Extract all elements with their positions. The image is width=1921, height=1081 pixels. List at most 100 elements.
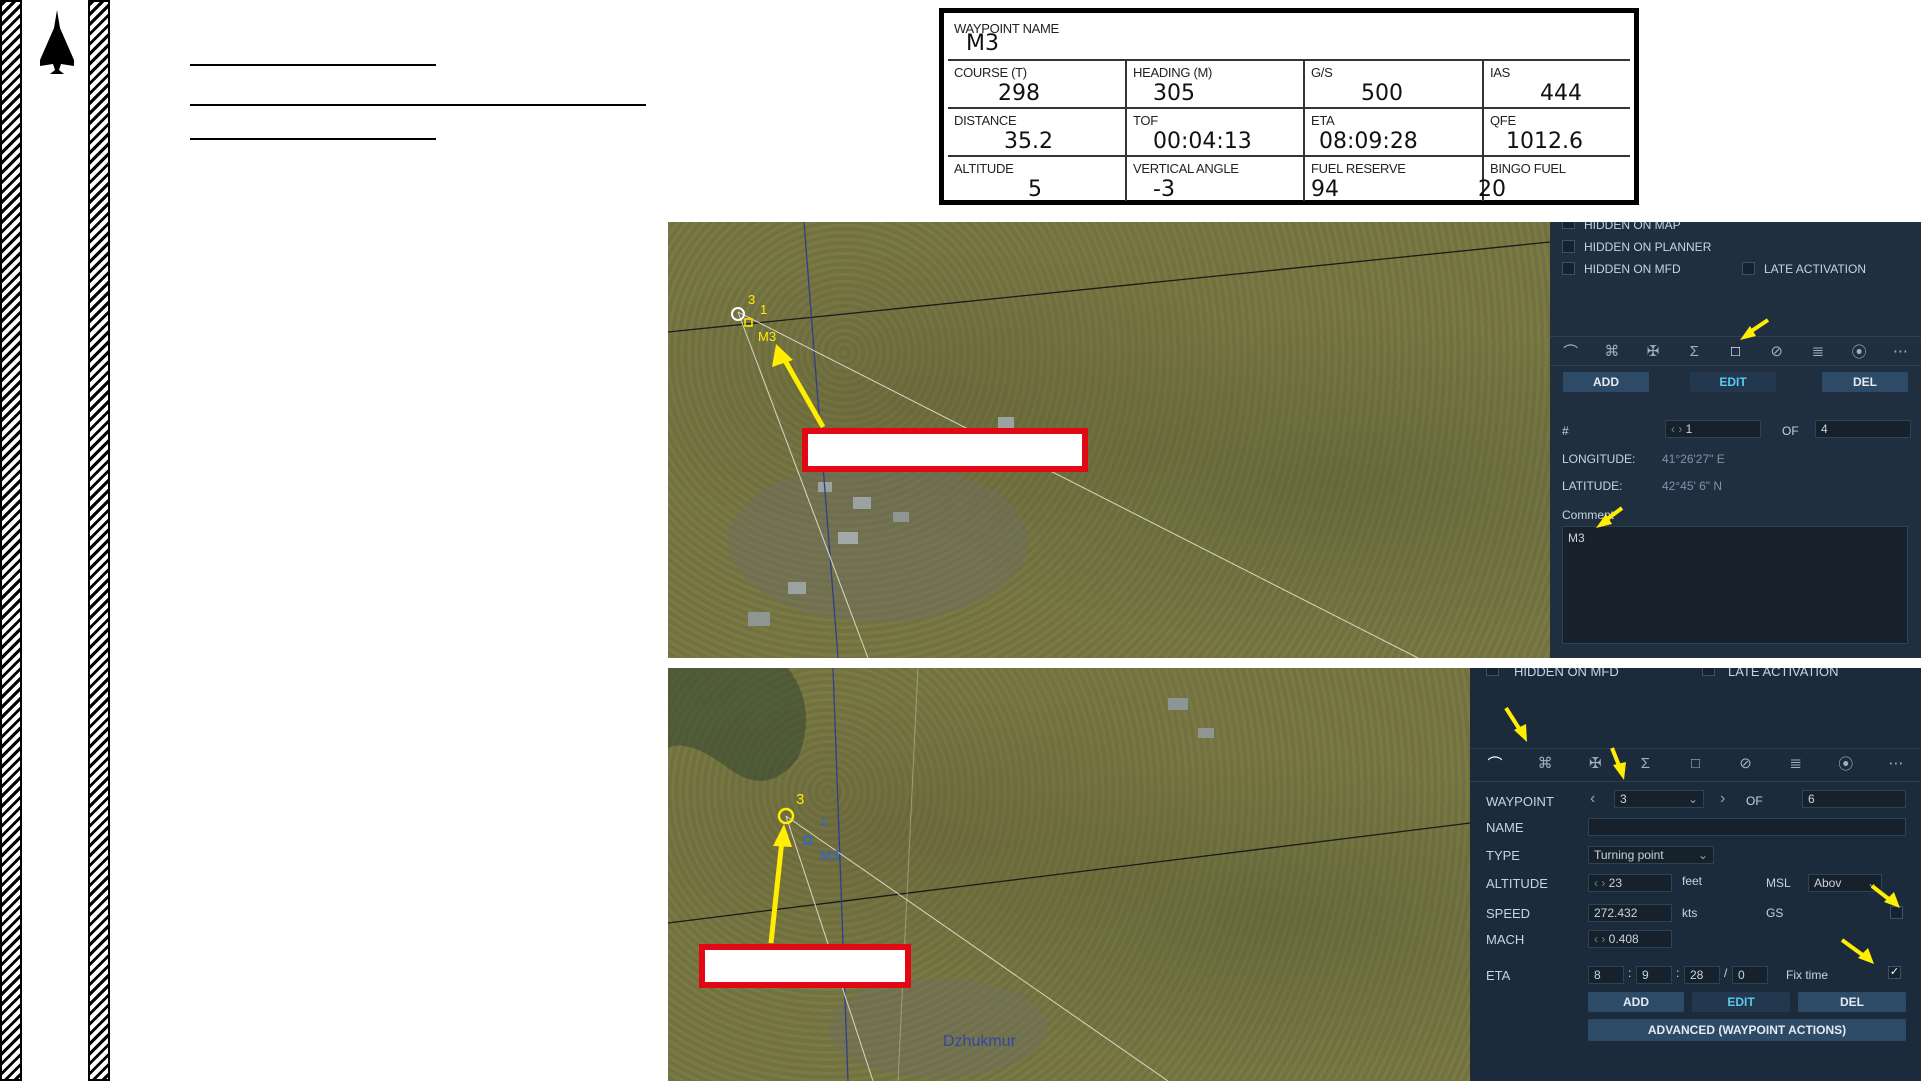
edit-button[interactable]: EDIT [1690, 372, 1776, 392]
map-grid-line [668, 241, 1550, 333]
eta-seconds-input[interactable]: 28 [1684, 966, 1720, 984]
hidden-on-map-checkbox[interactable] [1562, 222, 1575, 229]
hidden-on-planner-checkbox[interactable] [1562, 240, 1575, 253]
speed-input[interactable]: 272.432 [1588, 904, 1672, 922]
late-activation-label: LATE ACTIVATION [1728, 668, 1839, 679]
prev-waypoint-icon[interactable]: ‹ [1590, 790, 1595, 808]
waypoint-count-field[interactable]: 6 [1802, 790, 1906, 808]
add-button[interactable]: ADD [1563, 372, 1649, 392]
more-tool-icon[interactable]: ⋯ [1880, 749, 1912, 777]
mission-map-top[interactable]: 3 1 M3 [668, 222, 1550, 658]
next-waypoint-icon[interactable]: › [1720, 790, 1725, 808]
eta-days-input[interactable]: 0 [1732, 966, 1768, 984]
square-tool-icon[interactable]: □ [1679, 749, 1711, 777]
data-card-cell: TOF 00:04:13 [1127, 109, 1305, 155]
altitude-label: ALTITUDE [1486, 876, 1548, 891]
waypoint-number-stepper[interactable]: ‹ › 1 [1665, 420, 1761, 438]
radio-tool-icon[interactable]: ⦿ [1843, 337, 1875, 365]
data-card-row: ALTITUDE 5 VERTICAL ANGLE -3 FUEL RESERVE 9… [948, 157, 1630, 202]
trigger-zone-tool-icon[interactable]: ⌘ [1529, 749, 1561, 777]
more-tool-icon[interactable]: ⋯ [1884, 337, 1916, 365]
name-input[interactable] [1588, 818, 1906, 836]
cell-value: 94 [1311, 177, 1339, 202]
cell-value: 35.2 [1004, 129, 1053, 154]
comment-textarea[interactable]: M3 [1562, 526, 1908, 644]
type-select[interactable]: Turning point ⌄ [1588, 846, 1714, 864]
stepper-arrows: ‹ › [1594, 932, 1609, 946]
aircraft-tool-icon[interactable]: ✠ [1637, 337, 1669, 365]
data-card-cell: QFE 1012.6 [1484, 109, 1630, 155]
annotation-arrow [1504, 706, 1522, 732]
trigger-zone-tool-icon[interactable]: ⌘ [1596, 337, 1628, 365]
sum-tool-icon[interactable]: Σ [1629, 749, 1661, 777]
data-card-cell: VERTICAL ANGLE -3 [1127, 157, 1305, 202]
altitude-mode-select[interactable]: Abov ⌄ [1808, 874, 1882, 892]
annotation-arrow [1748, 318, 1770, 334]
payload-tool-icon[interactable]: ≣ [1802, 337, 1834, 365]
aircraft-tool-icon[interactable]: ✠ [1579, 749, 1611, 777]
annotation-arrow-head [1858, 948, 1874, 964]
late-activation-label: LATE ACTIVATION [1764, 262, 1867, 276]
speed-unit: kts [1682, 906, 1698, 920]
mach-stepper[interactable]: ‹ › 0.408 [1588, 930, 1672, 948]
of-label: OF [1746, 794, 1763, 808]
del-button[interactable]: DEL [1798, 992, 1906, 1012]
advanced-waypoint-actions-button[interactable]: ADVANCED (WAYPOINT ACTIONS) [1588, 1019, 1906, 1041]
data-card-row: DISTANCE 35.2 TOF 00:04:13 ETA 08:09:28 QFE… [948, 109, 1630, 157]
gs-label: GS [1766, 906, 1784, 920]
prohibit-tool-icon[interactable]: ⊘ [1761, 337, 1793, 365]
edit-button[interactable]: EDIT [1692, 992, 1790, 1012]
route-tool-icon[interactable]: ⌒ [1555, 337, 1587, 365]
type-select-value: Turning point [1594, 848, 1664, 862]
title-rule-2 [190, 104, 646, 106]
waypoint-number-label: 3 [796, 791, 804, 808]
mission-map-bottom[interactable]: 3 1 M3 Dzhukmur [668, 668, 1470, 1081]
payload-tool-icon[interactable]: ≣ [1780, 749, 1812, 777]
waypoint-index-label: 1 [820, 814, 827, 829]
eta-minutes-input[interactable]: 9 [1636, 966, 1672, 984]
gs-checkbox[interactable] [1890, 906, 1903, 919]
hidden-on-mfd-label: HIDDEN ON MFD [1514, 668, 1619, 679]
waypoint-square-marker [744, 318, 753, 327]
add-button[interactable]: ADD [1588, 992, 1684, 1012]
stepper-arrows: ‹ › [1671, 422, 1686, 436]
cell-label: VERTICAL ANGLE [1133, 161, 1239, 176]
data-card-cell: ALTITUDE 5 [948, 157, 1127, 202]
forest-area [668, 668, 806, 781]
hidden-on-planner-label: HIDDEN ON PLANNER [1584, 240, 1712, 254]
altitude-stepper[interactable]: ‹ › 23 [1588, 874, 1672, 892]
eta-separator: : [1628, 966, 1632, 980]
fix-time-label: Fix time [1786, 968, 1828, 982]
data-card-cell: BINGO FUEL 20 [1478, 157, 1630, 202]
decorative-hatch-bar-left [0, 0, 22, 1081]
radio-tool-icon[interactable]: ⦿ [1830, 749, 1862, 777]
late-activation-checkbox[interactable] [1742, 262, 1755, 275]
prohibit-tool-icon[interactable]: ⊘ [1730, 749, 1762, 777]
waypoint-select[interactable]: 3 ⌄ [1614, 790, 1704, 808]
tool-bar: ⌒ ⌘ ✠ Σ □ ⊘ ≣ ⦿ ⋯ [1550, 336, 1921, 366]
hidden-on-mfd-checkbox[interactable] [1562, 262, 1575, 275]
cell-label: QFE [1490, 113, 1516, 128]
fix-time-checkbox[interactable]: ✓ [1888, 966, 1901, 979]
route-tool-icon[interactable]: ⌒ [1479, 749, 1511, 777]
hidden-on-mfd-checkbox[interactable] [1486, 668, 1499, 676]
cell-label: G/S [1311, 65, 1333, 80]
cell-label: ALTITUDE [954, 161, 1014, 176]
cell-label: TOF [1133, 113, 1158, 128]
altitude-mode-value: Abov [1814, 876, 1842, 890]
map-overlay: 3 1 M3 Dzhukmur [668, 668, 1470, 1081]
sum-tool-icon[interactable]: Σ [1678, 337, 1710, 365]
late-activation-checkbox[interactable] [1702, 668, 1715, 676]
latitude-label: LATITUDE: [1562, 479, 1623, 493]
data-card-row-name: WAYPOINT NAME M3 [948, 17, 1630, 61]
cell-label: HEADING (M) [1133, 65, 1213, 80]
waypoint-name-label: M3 [758, 329, 776, 344]
waypoint-count-field[interactable]: 4 [1815, 420, 1911, 438]
cell-label: IAS [1490, 65, 1511, 80]
del-button[interactable]: DEL [1822, 372, 1908, 392]
redacted-highlight-box [802, 428, 1088, 472]
cell-value: 00:04:13 [1153, 129, 1252, 154]
cell-value: 08:09:28 [1319, 129, 1418, 154]
eta-hours-input[interactable]: 8 [1588, 966, 1624, 984]
square-tool-icon[interactable]: □ [1719, 337, 1751, 365]
